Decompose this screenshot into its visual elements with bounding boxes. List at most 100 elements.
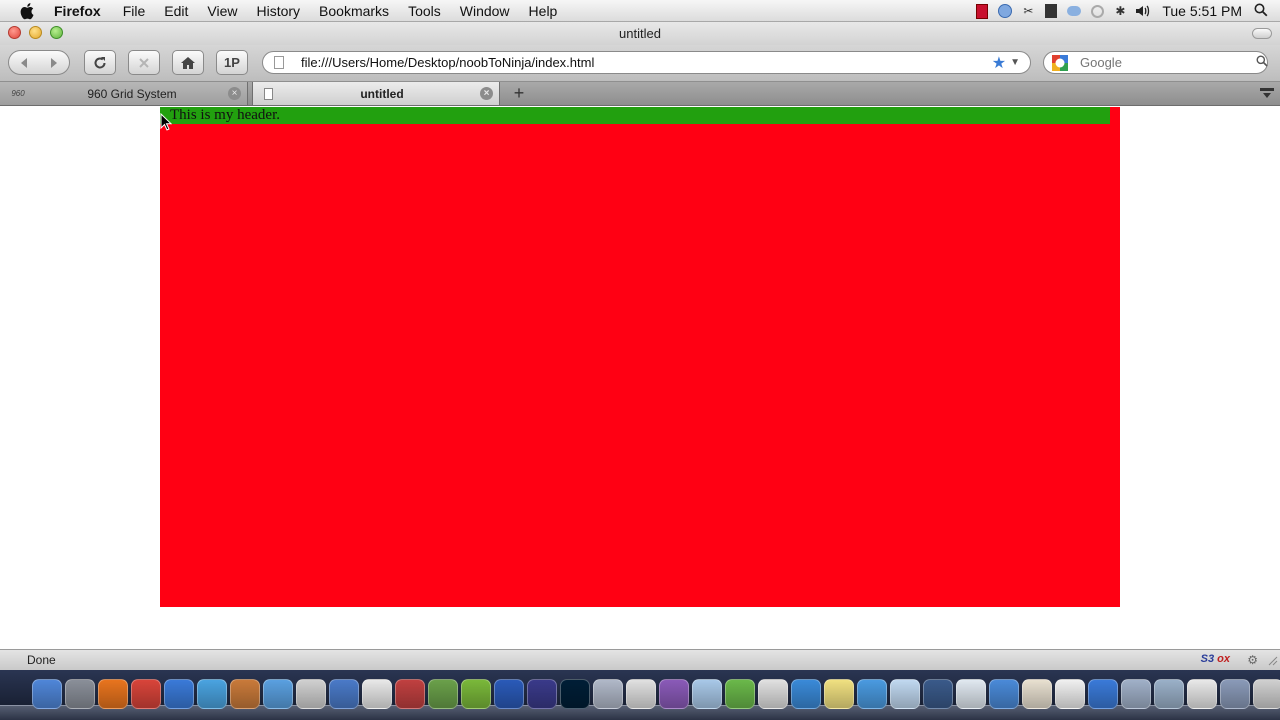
reload-button[interactable] <box>84 50 116 75</box>
menu-history[interactable]: History <box>256 3 300 19</box>
forward-button[interactable] <box>39 51 69 74</box>
addon-gear-icon[interactable]: ⚙ <box>1247 653 1258 667</box>
home-button[interactable] <box>172 50 204 75</box>
tab-list-icon[interactable] <box>1260 87 1274 100</box>
dock-app-icon[interactable] <box>890 679 920 709</box>
page-icon <box>274 56 284 69</box>
tab-label: untitled <box>360 86 404 101</box>
adobe-tray-icon[interactable] <box>1043 3 1059 19</box>
url-text[interactable]: file:///Users/Home/Desktop/noobToNinja/i… <box>301 55 992 70</box>
s3fox-label-b: ox <box>1217 653 1230 665</box>
dock-app-icon[interactable] <box>1055 679 1085 709</box>
menu-tools[interactable]: Tools <box>408 3 441 19</box>
window-titlebar: untitled <box>0 22 1280 45</box>
bluetooth-tray-icon[interactable]: ✱ <box>1112 3 1128 19</box>
google-engine-icon[interactable] <box>1052 54 1068 71</box>
globe-tray-icon[interactable] <box>997 3 1013 19</box>
dock-app-icon[interactable] <box>626 679 656 709</box>
search-bar[interactable] <box>1043 51 1268 74</box>
dock-app-icon[interactable] <box>494 679 524 709</box>
dock-app-icon[interactable] <box>989 679 1019 709</box>
dock-app-icon[interactable] <box>428 679 458 709</box>
dock-app-icon[interactable] <box>1088 679 1118 709</box>
dock-app-icon[interactable] <box>527 679 557 709</box>
menu-bookmarks[interactable]: Bookmarks <box>319 3 389 19</box>
dock-app-icon[interactable] <box>197 679 227 709</box>
apple-menu-icon[interactable] <box>19 2 37 20</box>
dock-app-icon[interactable] <box>1154 679 1184 709</box>
dock-app-icon[interactable] <box>824 679 854 709</box>
onepassword-button[interactable]: 1P <box>216 50 248 75</box>
menu-help[interactable]: Help <box>529 3 558 19</box>
dock-app-icon[interactable] <box>1253 679 1280 709</box>
search-input[interactable] <box>1080 55 1256 70</box>
dock <box>0 670 1280 720</box>
back-forward-group <box>8 50 70 75</box>
dock-app-icon[interactable] <box>560 679 590 709</box>
dock-app-icon[interactable] <box>725 679 755 709</box>
dock-app-icon[interactable] <box>98 679 128 709</box>
page-viewport: This is my header. <box>0 107 1280 649</box>
dock-app-icon[interactable] <box>956 679 986 709</box>
search-icon[interactable] <box>1256 54 1268 72</box>
tab-untitled[interactable]: untitled × <box>252 82 500 105</box>
dock-app-icon[interactable] <box>923 679 953 709</box>
scissors-tray-icon[interactable]: ✂ <box>1020 3 1036 19</box>
dock-app-icon[interactable] <box>659 679 689 709</box>
tab-960-grid-system[interactable]: 960 960 Grid System × <box>0 82 248 105</box>
url-bar[interactable]: file:///Users/Home/Desktop/noobToNinja/i… <box>262 51 1031 74</box>
dock-app-icon[interactable] <box>131 679 161 709</box>
dock-app-icon[interactable] <box>32 679 62 709</box>
dock-app-icon[interactable] <box>692 679 722 709</box>
dock-app-icon[interactable] <box>1022 679 1052 709</box>
s3fox-addon-button[interactable]: S3 ox <box>1201 653 1230 665</box>
dock-app-icon[interactable] <box>1187 679 1217 709</box>
dock-app-icon[interactable] <box>230 679 260 709</box>
menu-view[interactable]: View <box>207 3 237 19</box>
dock-app-icon[interactable] <box>329 679 359 709</box>
menu-file[interactable]: File <box>123 3 146 19</box>
bookmark-star-icon[interactable]: ★ <box>992 53 1006 73</box>
toolbar-toggle-button[interactable] <box>1252 28 1272 39</box>
menubar-clock[interactable]: Tue 5:51 PM <box>1162 3 1242 19</box>
new-tab-button[interactable]: + <box>507 83 531 103</box>
dock-icons <box>32 679 1280 709</box>
page-container: This is my header. <box>160 107 1120 607</box>
dock-app-icon[interactable] <box>65 679 95 709</box>
cloud-tray-icon[interactable] <box>1066 3 1082 19</box>
back-button[interactable] <box>9 51 39 74</box>
dock-app-icon[interactable] <box>593 679 623 709</box>
dock-app-icon[interactable] <box>857 679 887 709</box>
menu-app-firefox[interactable]: Firefox <box>54 3 101 19</box>
tab-label: 960 Grid System <box>87 86 177 101</box>
stop-icon <box>139 57 149 68</box>
dock-app-icon[interactable] <box>263 679 293 709</box>
time-machine-tray-icon[interactable] <box>1089 3 1105 19</box>
status-text: Done <box>27 653 56 667</box>
menu-window[interactable]: Window <box>460 3 510 19</box>
volume-tray-icon[interactable] <box>1135 3 1151 19</box>
close-tab-icon[interactable]: × <box>228 87 241 100</box>
close-tab-icon[interactable]: × <box>480 87 493 100</box>
window-title: untitled <box>619 26 661 41</box>
tab-bar: 960 960 Grid System × untitled × + <box>0 82 1280 106</box>
mouse-cursor-icon <box>160 112 173 131</box>
dock-app-icon[interactable] <box>1121 679 1151 709</box>
stop-button[interactable] <box>128 50 160 75</box>
resize-grip-icon[interactable] <box>1268 655 1278 666</box>
dock-app-icon[interactable] <box>362 679 392 709</box>
dock-app-icon[interactable] <box>1220 679 1250 709</box>
s3fox-label-a: S3 <box>1200 653 1215 665</box>
dock-app-icon[interactable] <box>758 679 788 709</box>
menu-edit[interactable]: Edit <box>164 3 188 19</box>
dock-app-icon[interactable] <box>395 679 425 709</box>
spotlight-icon[interactable] <box>1254 3 1268 20</box>
url-dropdown-icon[interactable]: ▼ <box>1010 57 1020 68</box>
dock-app-icon[interactable] <box>296 679 326 709</box>
dock-app-icon[interactable] <box>461 679 491 709</box>
dock-app-icon[interactable] <box>791 679 821 709</box>
navigation-toolbar: 1P file:///Users/Home/Desktop/noobToNinj… <box>0 45 1280 82</box>
dock-app-icon[interactable] <box>164 679 194 709</box>
back-arrow-icon <box>21 57 27 68</box>
red-app-tray-icon[interactable] <box>974 3 990 19</box>
